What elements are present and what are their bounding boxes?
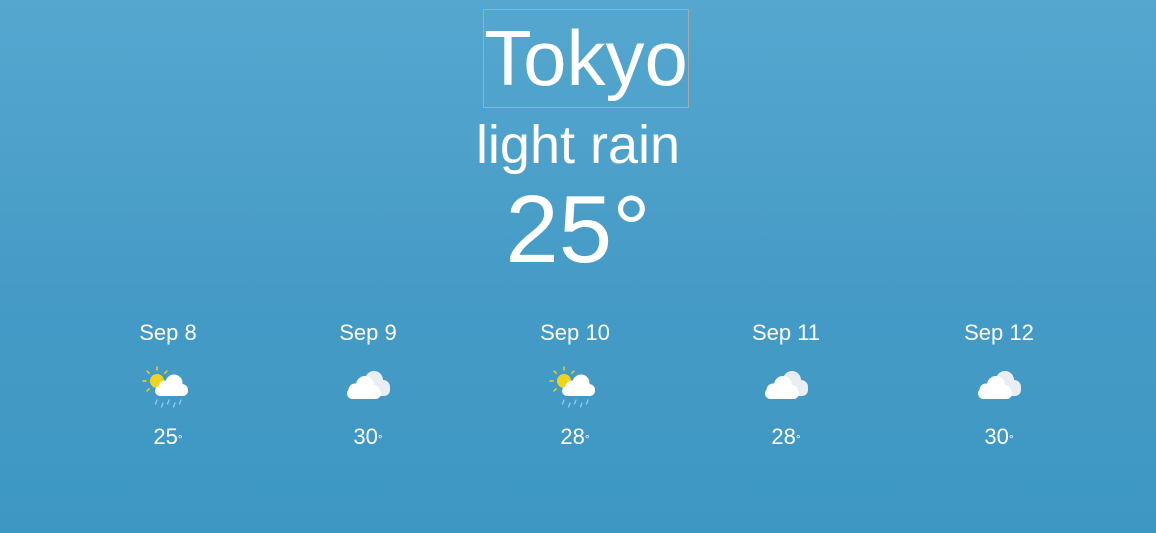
- sun-cloud-rain-icon: [93, 352, 243, 420]
- forecast-temperature: 28°: [771, 424, 801, 449]
- forecast-temperature: 30°: [353, 424, 383, 449]
- forecast-list: Sep 8 25° Sep 9 30° Sep 10 28° Sep 11 28…: [0, 316, 1156, 476]
- forecast-date: Sep 12: [964, 320, 1034, 345]
- forecast-day: Sep 11 28°: [711, 316, 861, 454]
- city-input[interactable]: [483, 9, 689, 108]
- weather-condition: light rain: [475, 115, 681, 175]
- cloud-icon: [711, 352, 861, 420]
- sun-cloud-rain-icon: [500, 352, 650, 420]
- forecast-temperature: 30°: [984, 424, 1014, 449]
- forecast-temperature: 25°: [153, 424, 183, 449]
- forecast-temperature: 28°: [560, 424, 590, 449]
- forecast-day: Sep 12 30°: [924, 316, 1074, 454]
- cloud-icon: [293, 352, 443, 420]
- forecast-date: Sep 11: [751, 320, 821, 345]
- forecast-day: Sep 10 28°: [500, 316, 650, 454]
- forecast-date: Sep 9: [339, 320, 397, 345]
- forecast-date: Sep 8: [139, 320, 197, 345]
- forecast-day: Sep 8 25°: [93, 316, 243, 454]
- forecast-day: Sep 9 30°: [293, 316, 443, 454]
- cloud-icon: [924, 352, 1074, 420]
- forecast-date: Sep 10: [540, 320, 610, 345]
- current-weather: light rain 25°: [0, 0, 1156, 300]
- current-temperature: 25°: [505, 176, 651, 283]
